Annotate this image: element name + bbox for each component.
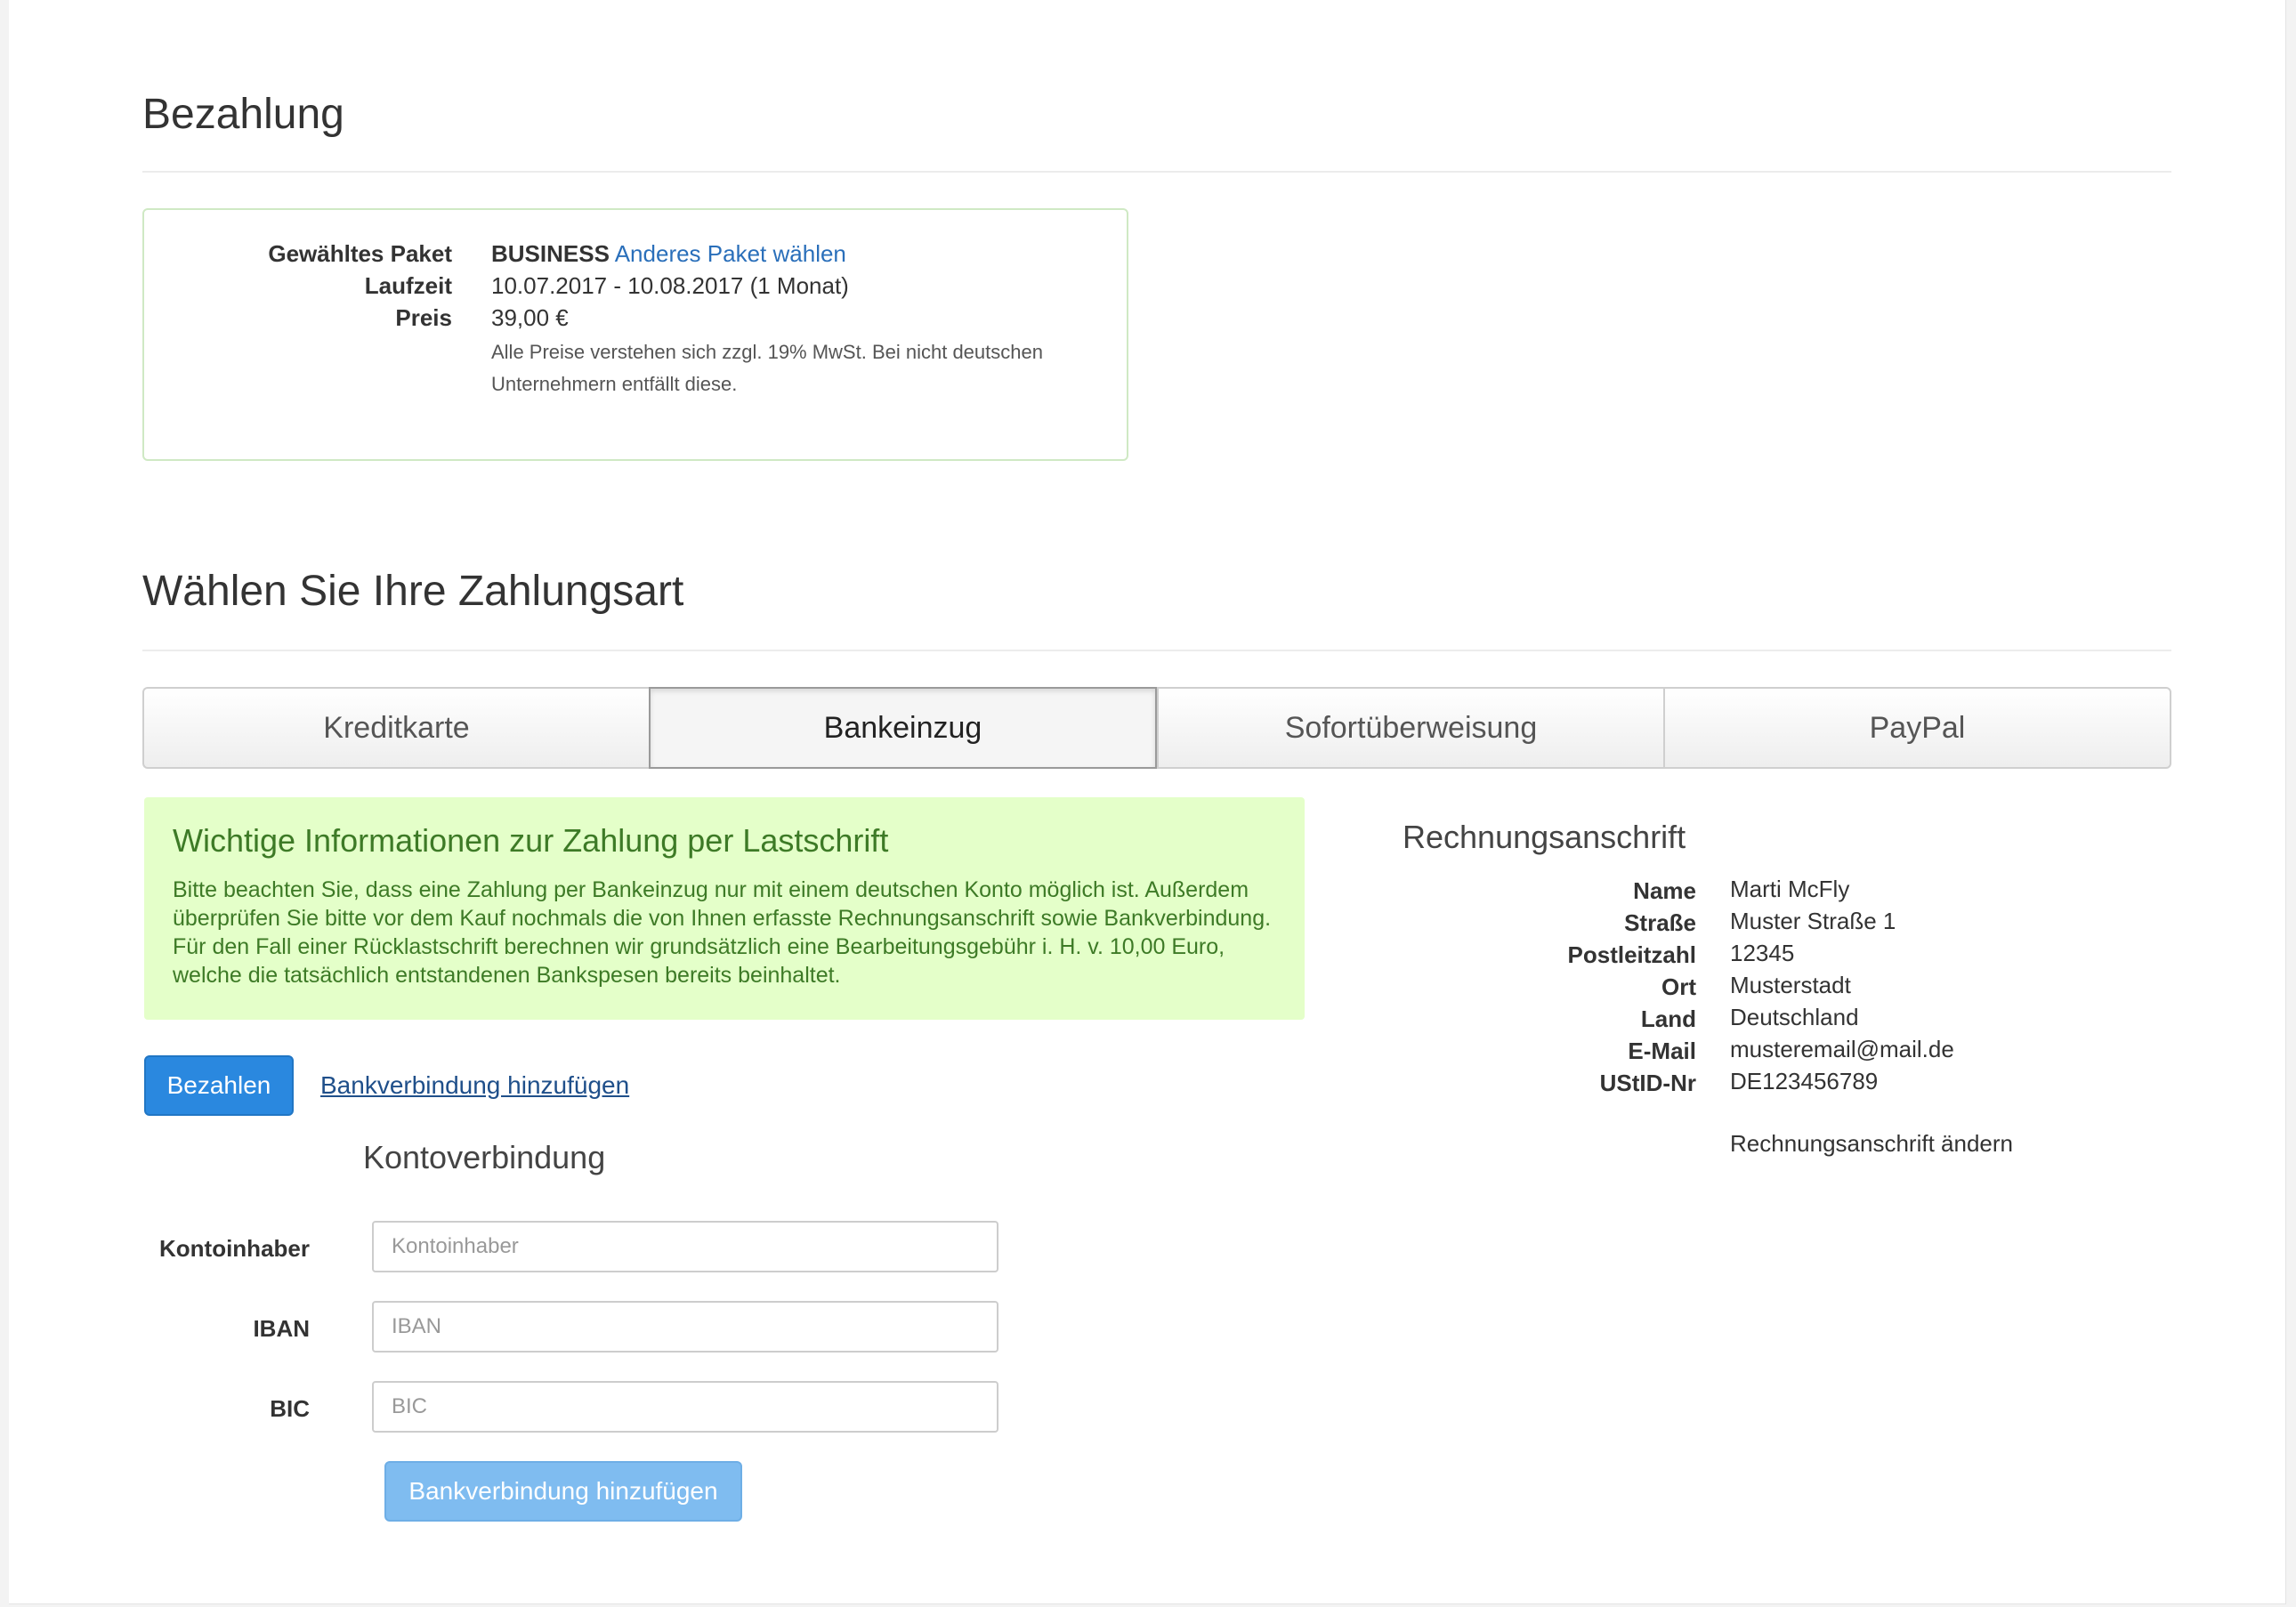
duration-value: 10.07.2017 - 10.08.2017 (1 Monat) — [491, 272, 849, 299]
billing-name-value: Marti McFly — [1730, 876, 1850, 902]
billing-street-value: Muster Straße 1 — [1730, 908, 1896, 934]
price-label: Preis — [395, 304, 452, 331]
pay-button[interactable]: Bezahlen — [144, 1055, 294, 1116]
tax-note: Alle Preise verstehen sich zzgl. 19% MwS… — [491, 341, 1043, 395]
holder-label: Kontoinhaber — [159, 1235, 310, 1262]
billing-name-label: Name — [1633, 877, 1696, 904]
info-text: Bitte beachten Sie, dass eine Zahlung pe… — [173, 877, 1272, 988]
info-title: Wichtige Informationen zur Zahlung per L… — [173, 822, 889, 859]
billing-street-label: Straße — [1624, 909, 1696, 936]
divider — [142, 171, 2171, 173]
holder-input[interactable] — [372, 1221, 998, 1272]
change-billing-link[interactable]: Rechnungsanschrift ändern — [1730, 1130, 2013, 1158]
billing-zip-value: 12345 — [1730, 940, 1795, 966]
billing-country-label: Land — [1640, 1005, 1696, 1032]
package-label: Gewähltes Paket — [268, 240, 452, 267]
billing-email-value: musteremail@mail.de — [1730, 1036, 1954, 1062]
price-value: 39,00 € — [491, 304, 569, 331]
billing-email-label: E-Mail — [1628, 1038, 1696, 1064]
payment-heading: Wählen Sie Ihre Zahlungsart — [142, 568, 684, 615]
billing-city-label: Ort — [1661, 973, 1696, 1000]
tab-bankeinzug[interactable]: Bankeinzug — [649, 687, 1157, 769]
billing-vat-value: DE123456789 — [1730, 1068, 1879, 1094]
billing-heading: Rechnungsanschrift — [1403, 819, 1686, 855]
main-panel: Bezahlung Gewähltes Paket BUSINESS Ander… — [9, 0, 2286, 1604]
change-package-link[interactable]: Anderes Paket wählen — [615, 240, 846, 267]
bic-input[interactable] — [372, 1381, 998, 1433]
package-summary: Gewähltes Paket BUSINESS Anderes Paket w… — [142, 208, 1128, 461]
payment-tabs: Kreditkarte Bankeinzug Sofortüberweisung… — [142, 687, 2171, 769]
billing-city-value: Musterstadt — [1730, 972, 1851, 998]
info-alert: Wichtige Informationen zur Zahlung per L… — [144, 797, 1305, 1020]
package-name: BUSINESS — [491, 240, 610, 267]
billing-vat-label: UStID-Nr — [1599, 1070, 1696, 1096]
bank-form-heading: Kontoverbindung — [363, 1139, 606, 1175]
divider — [142, 650, 2171, 651]
iban-input[interactable] — [372, 1301, 998, 1353]
package-value: BUSINESS Anderes Paket wählen — [491, 240, 846, 268]
add-bank-link[interactable]: Bankverbindung hinzufügen — [320, 1071, 629, 1100]
tab-paypal[interactable]: PayPal — [1663, 687, 2171, 769]
add-bank-submit-button[interactable]: Bankverbindung hinzufügen — [384, 1461, 742, 1522]
duration-label: Laufzeit — [364, 272, 452, 299]
billing-zip-label: Postleitzahl — [1567, 941, 1696, 968]
tab-sofortueberweisung[interactable]: Sofortüberweisung — [1157, 687, 1663, 769]
tab-kreditkarte[interactable]: Kreditkarte — [142, 687, 649, 769]
page-title: Bezahlung — [142, 91, 344, 138]
bic-label: BIC — [270, 1395, 310, 1422]
billing-country-value: Deutschland — [1730, 1004, 1859, 1030]
iban-label: IBAN — [253, 1315, 310, 1342]
